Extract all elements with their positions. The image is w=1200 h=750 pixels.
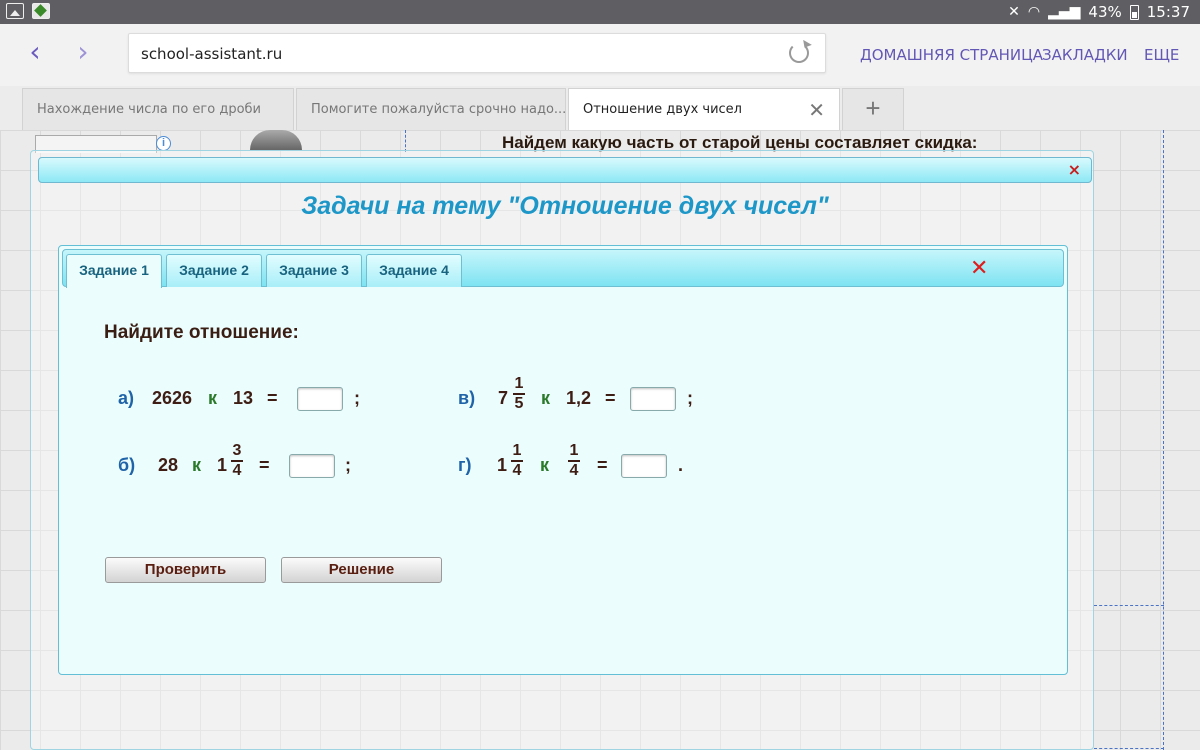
problem-a-right: 13: [233, 388, 254, 408]
clock: 15:37: [1146, 3, 1190, 21]
new-tab-button[interactable]: +: [842, 88, 904, 130]
problem-b-equals: =: [259, 455, 270, 475]
fraction-denominator: 4: [512, 462, 522, 479]
problem-b-k: к: [192, 455, 202, 475]
browser-tab-title: Отношение двух чисел: [583, 102, 742, 117]
fraction-1-4-right: 1 4: [567, 442, 581, 480]
problem-g-end: .: [678, 455, 684, 475]
fraction-denominator: 5: [514, 395, 524, 412]
close-tab-icon[interactable]: ✕: [808, 98, 825, 122]
fraction-numerator: 1: [512, 442, 522, 459]
fraction-numerator: 3: [232, 442, 242, 459]
signal-icon: ▂▄▆: [1048, 4, 1081, 20]
problem-v-right: 1,2: [566, 388, 592, 408]
address-bar[interactable]: school-assistant.ru: [128, 33, 826, 73]
problem-a-k: к: [208, 388, 218, 408]
solution-button[interactable]: Решение: [281, 557, 442, 583]
problem-a-left: 2626: [152, 388, 193, 408]
answer-input-b[interactable]: [289, 454, 335, 478]
instruction-text: Найдите отношение:: [104, 322, 299, 343]
fraction-1-5: 1 5: [512, 375, 526, 413]
task-panel: [58, 245, 1068, 675]
problem-g-k: к: [540, 455, 550, 475]
browser-tab[interactable]: Помогите пожалуйста срочно надо... - Ш..…: [296, 88, 566, 130]
dashed-guide: [1094, 748, 1164, 749]
problem-v-equals: =: [605, 388, 616, 408]
fraction-1-4-left: 1 4: [510, 442, 524, 480]
problem-a-label: а): [118, 388, 135, 408]
problem-v-left-whole: 7: [498, 388, 509, 408]
modal-header-bar: ×: [38, 157, 1092, 183]
problem-b-left: 28: [158, 455, 179, 475]
more-link[interactable]: ЕЩЕ: [1144, 46, 1179, 64]
fraction-denominator: 4: [232, 462, 242, 479]
tab-task-2[interactable]: Задание 2: [166, 254, 262, 287]
answer-input-g[interactable]: [621, 454, 667, 478]
fraction-3-4: 3 4: [230, 442, 244, 480]
problem-a-end: ;: [354, 388, 360, 408]
bookmarks-link[interactable]: ЗАКЛАДКИ: [1042, 46, 1128, 64]
check-button[interactable]: Проверить: [105, 557, 266, 583]
wifi-icon: ◠: [1027, 4, 1041, 20]
image-icon: [6, 3, 24, 19]
browser-toolbar: ‹ › school-assistant.ru ДОМАШНЯЯ СТРАНИЦ…: [0, 24, 1200, 86]
browser-tab-bar: Нахождение числа по его дроби Помогите п…: [0, 86, 1200, 130]
url-text[interactable]: school-assistant.ru: [141, 45, 282, 63]
panel-close-icon[interactable]: ✕: [970, 258, 988, 280]
problem-b-end: ;: [345, 455, 351, 475]
fraction-numerator: 1: [514, 375, 524, 392]
dashed-guide: [405, 130, 406, 152]
reload-icon[interactable]: [789, 43, 809, 63]
status-bar: ✕ ◠ ▂▄▆ 43% 15:37: [0, 0, 1200, 24]
background-figure: [250, 130, 302, 150]
info-icon[interactable]: i: [156, 136, 171, 151]
browser-tab-active[interactable]: Отношение двух чисел ✕: [568, 88, 840, 130]
modal-title: Задачи на тему "Отношение двух чисел": [301, 192, 829, 220]
problem-g-left-whole: 1: [497, 455, 508, 475]
problem-g-equals: =: [597, 455, 608, 475]
forward-icon[interactable]: ›: [68, 38, 98, 68]
back-icon[interactable]: ‹: [20, 38, 50, 68]
problem-v-label: в): [458, 388, 476, 408]
answer-input-v[interactable]: [630, 387, 676, 411]
problem-b-right-whole: 1: [217, 455, 228, 475]
fraction-denominator: 4: [569, 462, 579, 479]
problem-v-k: к: [541, 388, 551, 408]
problem-a-equals: =: [267, 388, 278, 408]
problem-g-label: г): [458, 455, 472, 475]
battery-icon: [1129, 4, 1139, 20]
answer-input-a[interactable]: [297, 387, 343, 411]
problem-b-label: б): [118, 455, 136, 475]
dashed-guide: [1094, 605, 1164, 606]
modal-close-icon[interactable]: ×: [1068, 161, 1081, 179]
fraction-numerator: 1: [569, 442, 579, 459]
tab-task-4[interactable]: Задание 4: [366, 254, 462, 287]
battery-percent: 43%: [1088, 3, 1122, 21]
tab-task-3[interactable]: Задание 3: [266, 254, 362, 287]
mute-icon: ✕: [1008, 4, 1020, 20]
tab-task-1[interactable]: Задание 1: [66, 254, 162, 288]
dashed-guide: [1163, 130, 1164, 750]
home-page-link[interactable]: ДОМАШНЯЯ СТРАНИЦА: [860, 46, 1043, 64]
problem-v-end: ;: [687, 388, 693, 408]
gallery-icon: [32, 3, 50, 19]
browser-tab[interactable]: Нахождение числа по его дроби: [22, 88, 294, 130]
